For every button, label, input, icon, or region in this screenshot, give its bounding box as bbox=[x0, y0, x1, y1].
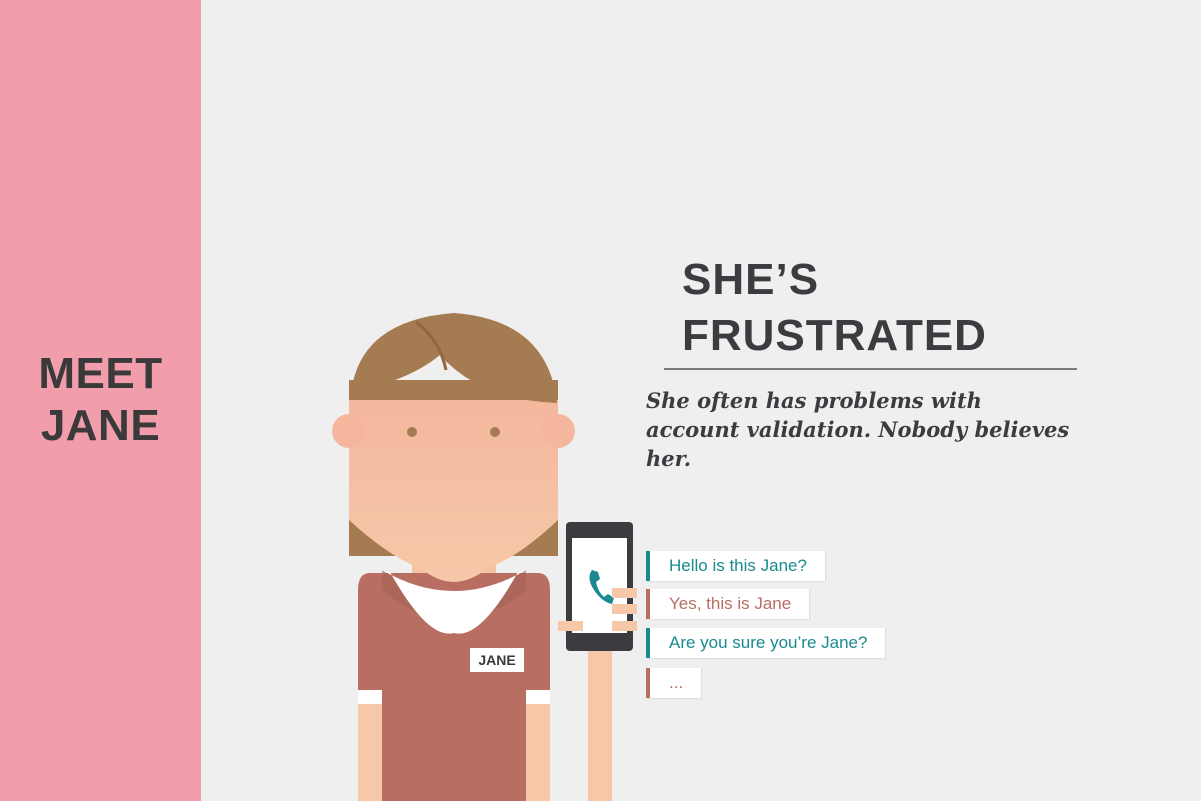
headline: SHE’S FRUSTRATED bbox=[682, 252, 987, 364]
left-eye bbox=[407, 427, 417, 437]
chat-bubble-caller-2: Are you sure you’re Jane? bbox=[646, 628, 886, 658]
left-arm bbox=[358, 704, 382, 801]
phone-screen bbox=[572, 538, 627, 633]
left-ear bbox=[332, 414, 366, 448]
name-badge-label: JANE bbox=[478, 652, 515, 668]
phone-arm bbox=[588, 630, 612, 801]
finger-1 bbox=[612, 588, 637, 598]
finger-2 bbox=[612, 604, 637, 614]
right-eye bbox=[490, 427, 500, 437]
chat-bubble-jane-2: ... bbox=[646, 668, 702, 698]
finger-3 bbox=[612, 621, 637, 631]
headline-divider bbox=[664, 368, 1077, 370]
right-arm bbox=[526, 704, 550, 801]
chat-bubble-jane-1: Yes, this is Jane bbox=[646, 589, 810, 619]
right-ear bbox=[541, 414, 575, 448]
right-sleeve-cuff bbox=[526, 690, 550, 704]
headline-line-2: FRUSTRATED bbox=[682, 311, 987, 360]
thumb bbox=[558, 621, 583, 631]
description-text: She often has problems with account vali… bbox=[646, 388, 1070, 471]
headline-line-1: SHE’S bbox=[682, 255, 820, 304]
chat-bubble-caller-1: Hello is this Jane? bbox=[646, 551, 825, 581]
left-sleeve-cuff bbox=[358, 690, 382, 704]
